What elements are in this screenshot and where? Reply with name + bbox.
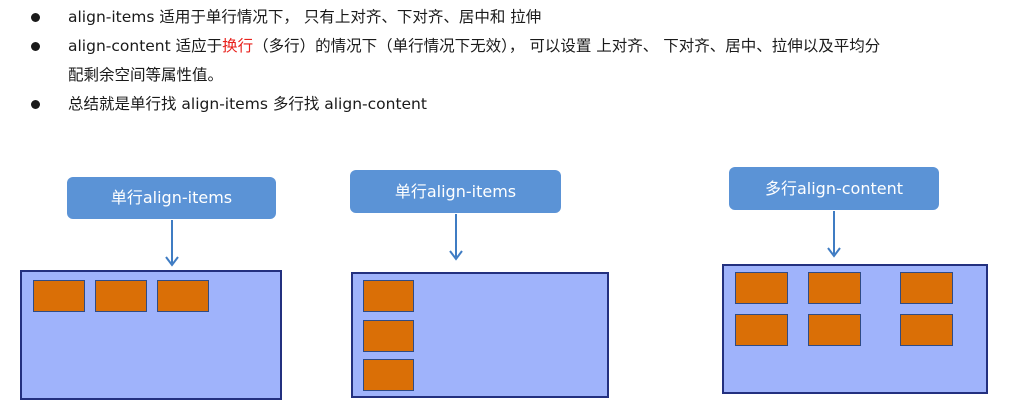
flex-item xyxy=(363,320,414,352)
bullet-dot-icon xyxy=(31,13,40,22)
bullet-text-line2: 配剩余空间等属性值。 xyxy=(68,66,224,84)
down-arrow-icon xyxy=(165,220,179,267)
diagram-label: 单行align-items xyxy=(67,177,276,219)
bullet-text-post: （多行）的情况下（单行情况下无效）， 可以设置 上对齐、 下对齐、居中、拉伸以及… xyxy=(253,37,881,55)
flex-item xyxy=(808,272,861,304)
bullet-text: 总结就是单行找 align-items 多行找 align-content xyxy=(68,95,427,113)
down-arrow-icon xyxy=(449,214,463,261)
bullet-text-pre: align-content 适应于 xyxy=(68,37,223,55)
flex-item xyxy=(735,314,788,346)
flex-container xyxy=(351,272,609,398)
diagram-label: 单行align-items xyxy=(350,170,561,213)
diagram-label: 多行align-content xyxy=(729,167,939,210)
bullet-text: align-content 适应于换行（多行）的情况下（单行情况下无效）， 可以… xyxy=(68,35,880,57)
flex-item xyxy=(735,272,788,304)
highlight-text: 换行 xyxy=(222,37,254,55)
bullet-dot-icon xyxy=(31,42,40,51)
flex-item xyxy=(95,280,147,312)
flex-container xyxy=(20,270,282,400)
flex-item xyxy=(157,280,209,312)
flex-item xyxy=(363,359,414,391)
flex-container xyxy=(722,264,988,394)
flex-item xyxy=(33,280,85,312)
bullet-text: align-items 适用于单行情况下， 只有上对齐、下对齐、居中和 拉伸 xyxy=(68,8,542,26)
flex-item xyxy=(900,314,953,346)
flex-item xyxy=(363,280,414,312)
down-arrow-icon xyxy=(827,211,841,258)
flex-item xyxy=(900,272,953,304)
bullet-dot-icon xyxy=(31,100,40,109)
flex-item xyxy=(808,314,861,346)
